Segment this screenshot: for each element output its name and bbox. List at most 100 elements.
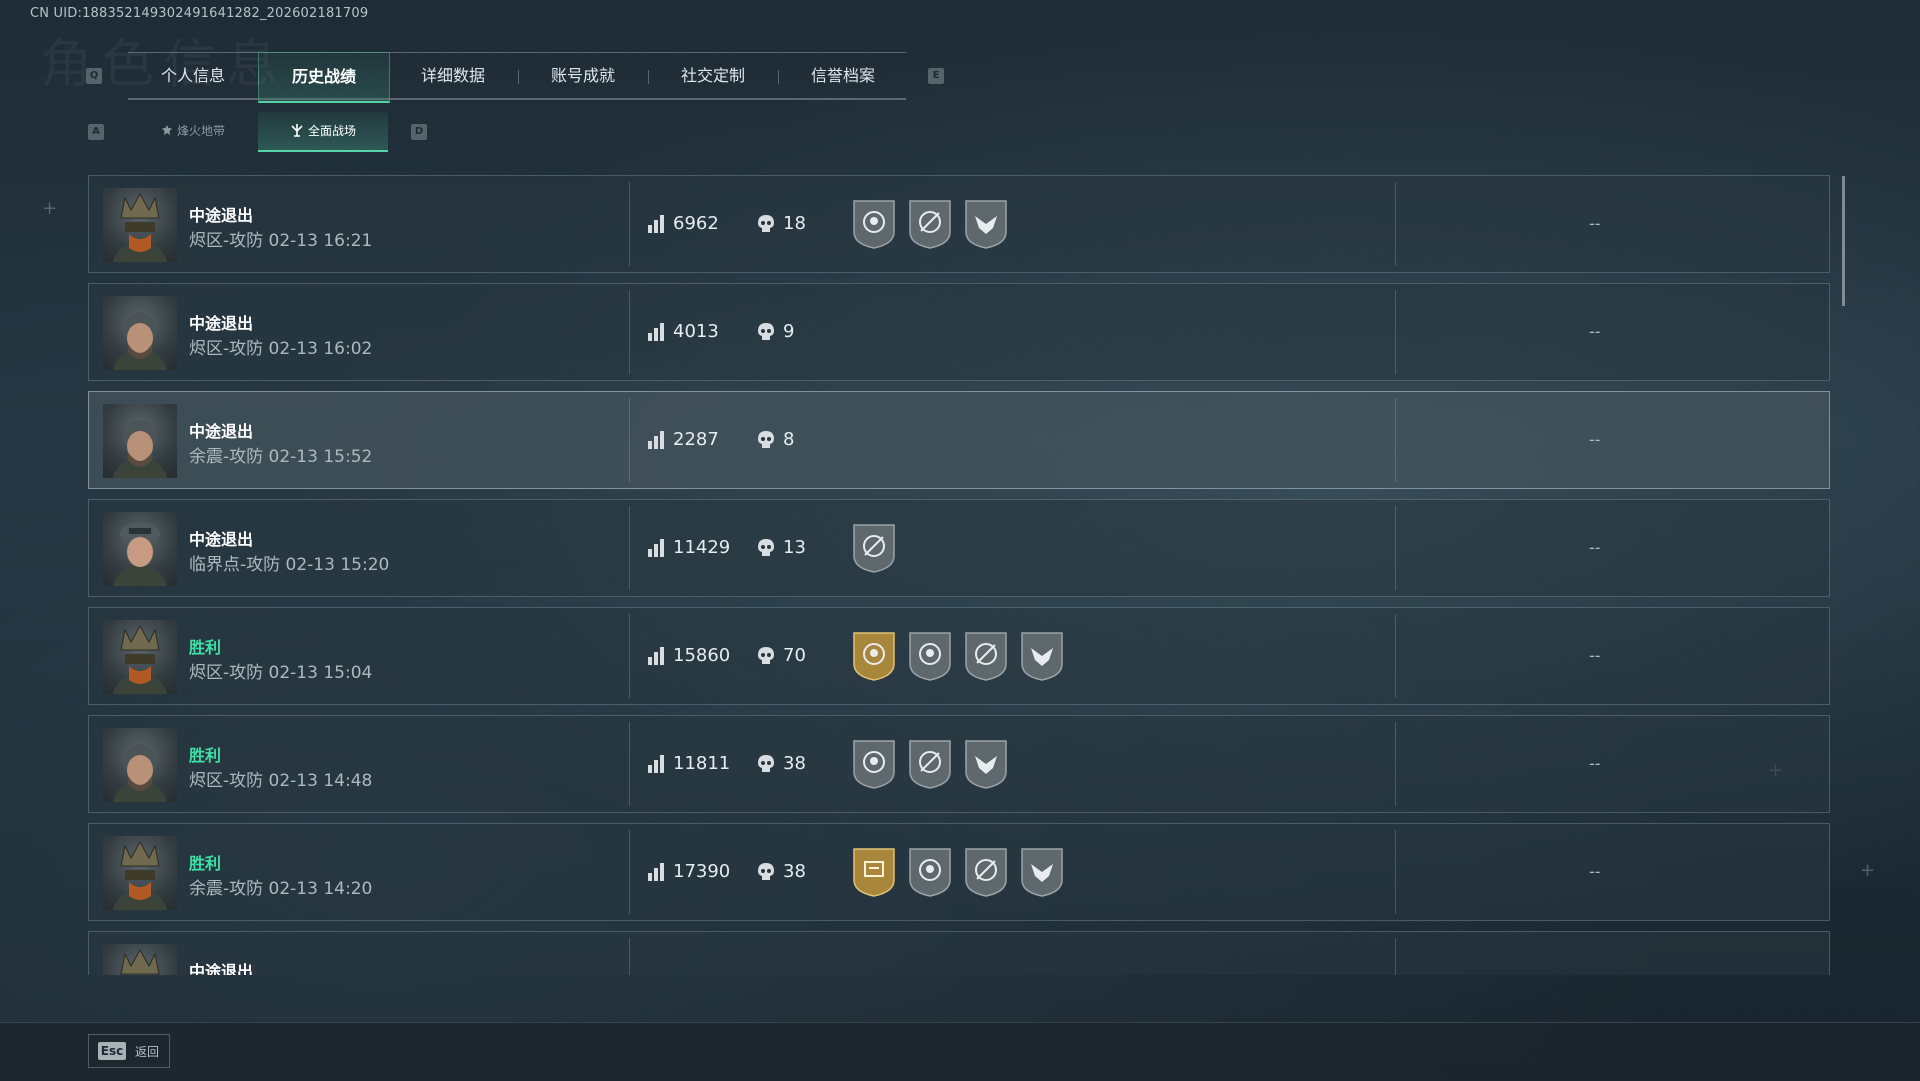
match-result: 中途退出 — [189, 422, 254, 441]
column-divider — [629, 398, 630, 482]
skull-kills-icon — [757, 862, 775, 882]
main-tabs: Q 个人信息 历史战绩 详细数据 账号成就 社交定制 信誉档案 E — [84, 52, 944, 103]
skull-kills-icon — [757, 322, 775, 342]
match-map-mode-time: 临界点-攻防 02-13 15:20 — [189, 555, 390, 575]
crosshair-badge-icon[interactable] — [907, 738, 953, 790]
subtab-battlefield[interactable]: 全面战场 — [258, 112, 388, 152]
subtab-extraction-label: 烽火地带 — [176, 124, 225, 138]
match-row[interactable]: 中途退出余震-攻防 02-13 15:52 2287 8 -- — [88, 391, 1830, 489]
list-scrollbar[interactable] — [1842, 176, 1845, 306]
skull-badge-icon[interactable] — [851, 198, 897, 250]
match-history-list: 中途退出 烬区-攻防 02-13 16:21 6962 18 -- 中途退出 烬区-攻防 0… — [88, 175, 1832, 975]
crosshair-badge-icon[interactable] — [851, 522, 897, 574]
skull-badge-icon[interactable] — [851, 738, 897, 790]
match-map-mode-time: 余震-攻防 02-13 15:52 — [189, 447, 373, 467]
match-kills: 13 — [783, 537, 806, 558]
tab-match-history[interactable]: 历史战绩 — [258, 52, 390, 103]
column-divider — [629, 290, 630, 374]
subtab-next-key-hint[interactable]: D — [411, 124, 427, 140]
operator-avatar — [103, 296, 177, 370]
battlefield-mode-icon — [291, 124, 303, 137]
match-kills: 8 — [783, 429, 795, 450]
match-map-mode-time: 烬区-攻防 02-13 14:48 — [189, 771, 373, 791]
operator-avatar — [103, 620, 177, 694]
match-extra-value: -- — [1589, 430, 1601, 449]
match-extra-value: -- — [1589, 754, 1601, 773]
score-bars-icon — [647, 538, 665, 558]
tab-prev-key-hint[interactable]: Q — [86, 68, 102, 84]
match-map-mode-time: 烬区-攻防 02-13 15:04 — [189, 663, 373, 683]
eagle-badge-icon[interactable] — [1019, 846, 1065, 898]
match-row[interactable]: 胜利 烬区-攻防 02-13 14:48 11811 38 -- — [88, 715, 1830, 813]
match-extra-value: -- — [1589, 538, 1601, 557]
operator-avatar — [103, 404, 177, 478]
match-score: 4013 — [673, 321, 719, 342]
column-divider — [629, 938, 630, 975]
score-bars-icon — [647, 754, 665, 774]
match-kills: 70 — [783, 645, 806, 666]
tab-social[interactable]: 社交定制 — [648, 52, 778, 100]
extraction-mode-icon — [161, 125, 172, 135]
decor-cross: + — [1860, 860, 1876, 881]
match-extra-value: -- — [1589, 862, 1601, 881]
back-button[interactable]: Esc 返回 — [88, 1034, 170, 1068]
match-row[interactable]: 胜利 烬区-攻防 02-13 15:04 15860 70 -- — [88, 607, 1830, 705]
tab-personal-info[interactable]: 个人信息 — [128, 52, 258, 100]
column-divider — [1395, 182, 1396, 266]
eagle-badge-icon[interactable] — [963, 198, 1009, 250]
match-result: 中途退出 — [189, 962, 254, 975]
match-kills: 18 — [783, 213, 806, 234]
tab-next-key-hint[interactable]: E — [928, 68, 944, 84]
gold-mvp-badge-icon[interactable] — [851, 630, 897, 682]
match-row[interactable]: 中途退出 烬区-攻防 02-13 16:21 6962 18 -- — [88, 175, 1830, 273]
back-label: 返回 — [135, 1045, 160, 1059]
match-result: 胜利 — [189, 854, 222, 873]
uid-label: CN UID:18835214930249164128​2_2026021817… — [30, 6, 369, 21]
match-extra-value: -- — [1589, 646, 1601, 665]
match-map-mode-time: 烬区-攻防 02-13 16:02 — [189, 339, 373, 359]
match-score: 11429 — [673, 537, 731, 558]
match-map-mode-time: 余震-攻防 02-13 14:20 — [189, 879, 373, 899]
match-row[interactable]: 胜利 余震-攻防 02-13 14:20 17390 38 -- — [88, 823, 1830, 921]
eagle-badge-icon[interactable] — [963, 738, 1009, 790]
skull-badge-icon[interactable] — [907, 846, 953, 898]
crosshair-badge-icon[interactable] — [963, 846, 1009, 898]
score-bars-icon — [647, 862, 665, 882]
crosshair-badge-icon[interactable] — [963, 630, 1009, 682]
match-result: 中途退出 — [189, 530, 254, 549]
column-divider — [629, 182, 630, 266]
skull-kills-icon — [757, 538, 775, 558]
match-row[interactable]: 中途退出 — [88, 931, 1830, 975]
match-score: 6962 — [673, 213, 719, 234]
operator-avatar — [103, 188, 177, 262]
match-score: 2287 — [673, 429, 719, 450]
decor-cross: + — [42, 198, 58, 219]
column-divider — [1395, 506, 1396, 590]
column-divider — [1395, 830, 1396, 914]
match-result: 中途退出 — [189, 206, 254, 225]
column-divider — [1395, 290, 1396, 374]
eagle-badge-icon[interactable] — [1019, 630, 1065, 682]
column-divider — [629, 506, 630, 590]
gold-support-badge-icon[interactable] — [851, 846, 897, 898]
match-result: 胜利 — [189, 638, 222, 657]
subtab-extraction[interactable]: 烽火地带 — [128, 112, 258, 150]
tab-detailed-data[interactable]: 详细数据 — [388, 52, 518, 100]
match-extra-value: -- — [1589, 214, 1601, 233]
column-divider — [1395, 614, 1396, 698]
match-score: 11811 — [673, 753, 731, 774]
tab-reputation[interactable]: 信誉档案 — [778, 52, 908, 100]
match-row[interactable]: 中途退出 烬区-攻防 02-13 16:02 4013 9 -- — [88, 283, 1830, 381]
subtab-prev-key-hint[interactable]: A — [88, 124, 104, 140]
column-divider — [629, 830, 630, 914]
score-bars-icon — [647, 322, 665, 342]
column-divider — [1395, 722, 1396, 806]
skull-kills-icon — [757, 754, 775, 774]
skull-kills-icon — [757, 646, 775, 666]
crosshair-badge-icon[interactable] — [907, 198, 953, 250]
match-row[interactable]: 中途退出临界点-攻防 02-13 15:20 11429 13 -- — [88, 499, 1830, 597]
skull-badge-icon[interactable] — [907, 630, 953, 682]
operator-avatar — [103, 944, 177, 975]
score-bars-icon — [647, 214, 665, 234]
tab-achievements[interactable]: 账号成就 — [518, 52, 648, 100]
